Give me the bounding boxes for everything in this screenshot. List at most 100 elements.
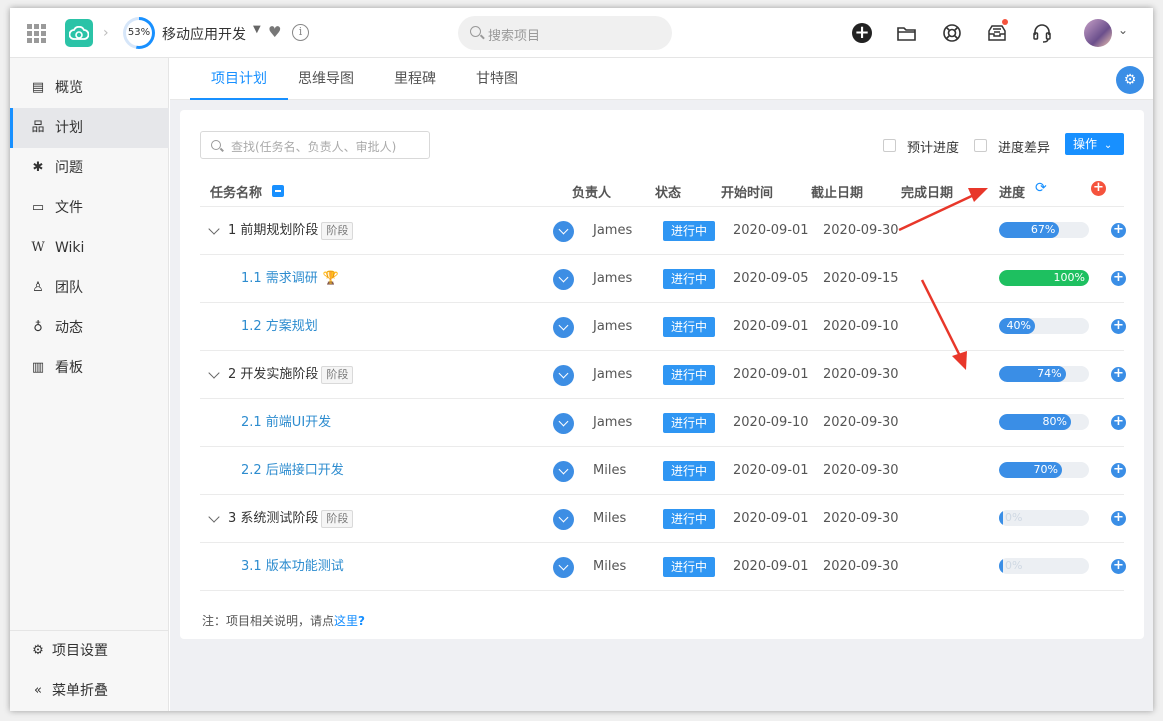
status-badge: 进行中 <box>663 221 715 241</box>
project-settings-button[interactable]: ⚙ 项目设置 <box>10 631 169 671</box>
chevron-down-icon[interactable] <box>208 367 220 379</box>
owner-cell: Miles <box>593 463 627 478</box>
tab-milestones[interactable]: 里程碑 <box>392 58 438 100</box>
expand-details-icon[interactable] <box>553 557 574 578</box>
task-name-cell[interactable]: 2.2 后端接口开发 <box>241 447 344 495</box>
expand-details-icon[interactable] <box>553 317 574 338</box>
start-date-cell: 2020-09-01 <box>733 511 809 526</box>
expand-details-icon[interactable] <box>553 365 574 386</box>
task-filter-input[interactable]: 查找(任务名、负责人、审批人) <box>200 131 430 159</box>
add-subtask-icon[interactable]: + <box>1111 415 1126 430</box>
add-subtask-icon[interactable]: + <box>1111 367 1126 382</box>
table-row: 2.1 前端UI开发 James 进行中 2020-09-10 2020-09-30 80… <box>200 398 1126 447</box>
collapse-all-icon[interactable] <box>272 185 284 197</box>
sidebar-item-overview[interactable]: ▤ 概览 <box>10 68 169 108</box>
chevron-down-icon[interactable] <box>208 511 220 523</box>
stage-name-cell[interactable]: 3 系统测试阶段 阶段 <box>228 495 354 543</box>
progress-bar: 100% <box>999 270 1089 286</box>
status-badge: 进行中 <box>663 557 715 577</box>
task-name: 2.2 后端接口开发 <box>241 463 344 478</box>
start-date-cell: 2020-09-10 <box>733 415 809 430</box>
sidebar-item-issues[interactable]: ✱ 问题 <box>10 148 169 188</box>
stage-tag: 阶段 <box>321 221 354 240</box>
header-start: 开始时间 <box>721 186 774 201</box>
folder-icon: ▭ <box>31 200 45 215</box>
end-date-cell: 2020-09-30 <box>823 223 899 238</box>
gear-icon[interactable]: ⚙ <box>1116 66 1144 94</box>
expand-details-icon[interactable] <box>553 269 574 290</box>
expand-details-icon[interactable] <box>553 461 574 482</box>
sidebar-item-label: 概览 <box>55 80 83 96</box>
notification-dot <box>1002 19 1008 25</box>
start-date-cell: 2020-09-05 <box>733 271 809 286</box>
search-placeholder: 搜索项目 <box>488 29 541 44</box>
sidebar-item-team[interactable]: ♙ 团队 <box>10 268 169 308</box>
add-subtask-icon[interactable]: + <box>1111 271 1126 286</box>
note-link-suffix[interactable]: ? <box>358 614 365 628</box>
table-bottom-border <box>200 590 1124 591</box>
tab-mind-map[interactable]: 思维导图 <box>296 58 356 100</box>
task-name-cell[interactable]: 3.1 版本功能测试 <box>241 543 344 591</box>
progress-bar: 74% <box>999 366 1089 382</box>
note-link[interactable]: 这里 <box>334 614 358 628</box>
sidebar-item-board[interactable]: ▥ 看板 <box>10 348 169 388</box>
grid-icon[interactable] <box>27 24 47 43</box>
overview-icon: ▤ <box>31 80 45 95</box>
avatar[interactable] <box>1084 19 1112 47</box>
project-progress-text: 53% <box>126 20 152 46</box>
add-icon[interactable]: + <box>852 23 872 43</box>
project-name[interactable]: 移动应用开发 <box>162 24 246 44</box>
header-status: 状态 <box>655 186 682 201</box>
sidebar-item-files[interactable]: ▭ 文件 <box>10 188 169 228</box>
expand-details-icon[interactable] <box>553 509 574 530</box>
sidebar-item-plan[interactable]: 品 计划 <box>10 108 169 148</box>
headset-icon[interactable] <box>1030 21 1054 45</box>
note-text: 注：项目相关说明，请点 <box>202 614 335 628</box>
info-icon[interactable]: i <box>292 24 309 41</box>
sidebar-item-activity[interactable]: ♁ 动态 <box>10 308 169 348</box>
add-task-icon[interactable]: + <box>1091 181 1106 196</box>
progress-diff-checkbox[interactable] <box>974 139 987 152</box>
app-logo-icon[interactable] <box>65 19 93 47</box>
owner-cell: James <box>593 415 633 430</box>
folder-icon[interactable] <box>895 21 919 45</box>
collapse-menu-button[interactable]: « 菜单折叠 <box>10 671 169 711</box>
task-name-cell[interactable]: 1.1 需求调研 🏆 <box>241 255 339 303</box>
refresh-icon[interactable]: ⟳ <box>1035 180 1047 196</box>
stage-name-cell[interactable]: 1 前期规划阶段 阶段 <box>228 207 354 255</box>
bug-icon: ✱ <box>32 160 44 175</box>
heart-icon[interactable]: ♥ <box>268 23 281 41</box>
add-subtask-icon[interactable]: + <box>1111 559 1126 574</box>
task-name-cell[interactable]: 2.1 前端UI开发 <box>241 399 331 447</box>
lifebuoy-icon[interactable] <box>940 21 964 45</box>
sidebar-item-wiki[interactable]: W Wiki <box>10 228 169 268</box>
stage-name-cell[interactable]: 2 开发实施阶段 阶段 <box>228 351 354 399</box>
add-subtask-icon[interactable]: + <box>1111 511 1126 526</box>
add-subtask-icon[interactable]: + <box>1111 463 1126 478</box>
progress-label: 80% <box>1042 415 1067 428</box>
task-name-cell[interactable]: 1.2 方案规划 <box>241 303 318 351</box>
sidebar-item-label: 文件 <box>55 200 83 216</box>
add-subtask-icon[interactable]: + <box>1111 223 1126 238</box>
chevron-down-icon[interactable] <box>208 223 220 235</box>
action-dropdown-button[interactable]: 操作 ⌄ <box>1065 133 1124 155</box>
progress-bar: 80% <box>999 414 1089 430</box>
add-subtask-icon[interactable]: + <box>1111 319 1126 334</box>
chevron-down-icon[interactable]: ⌄ <box>1118 23 1128 37</box>
progress-bar: 0% <box>999 510 1089 526</box>
tab-project-plan[interactable]: 项目计划 <box>190 58 288 100</box>
table-row: 3 系统测试阶段 阶段 Miles 进行中 2020-09-01 2020-09-30 0%… <box>200 494 1126 543</box>
tab-gantt[interactable]: 甘特图 <box>474 58 520 100</box>
project-search[interactable]: 搜索项目 <box>458 16 672 50</box>
task-name: 1.1 需求调研 <box>241 271 318 286</box>
project-progress-ring: 53% <box>123 17 155 49</box>
sidebar-item-label: 问题 <box>55 160 83 176</box>
header-done: 完成日期 <box>901 186 954 201</box>
expand-details-icon[interactable] <box>553 221 574 242</box>
expand-details-icon[interactable] <box>553 413 574 434</box>
progress-fill: 70% <box>999 462 1062 478</box>
caret-down-icon[interactable]: ▼ <box>253 24 261 35</box>
estimate-progress-checkbox[interactable] <box>883 139 896 152</box>
wiki-icon: W <box>31 240 45 255</box>
progress-bar: 70% <box>999 462 1089 478</box>
